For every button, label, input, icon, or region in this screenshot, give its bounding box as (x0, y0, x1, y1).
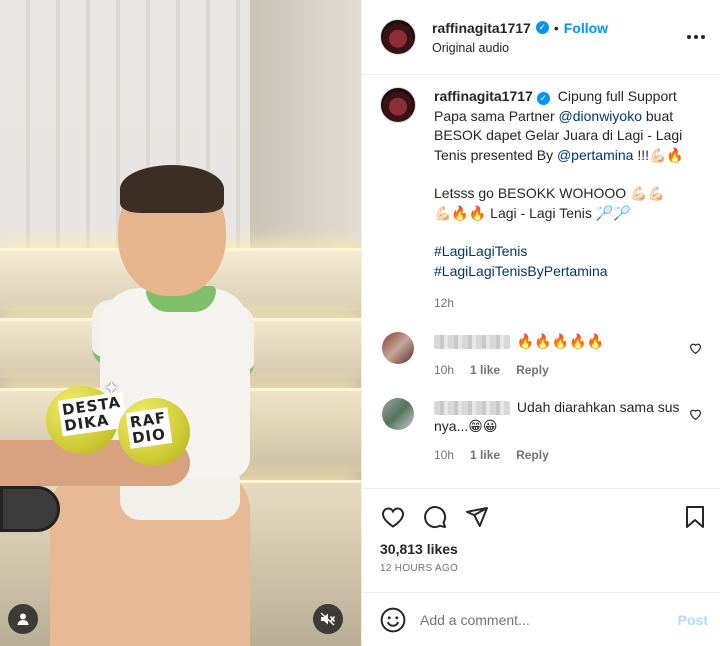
comment-meta: 10h 1 like Reply (434, 446, 706, 465)
caption-text: Letsss go BESOKK WOHOOO 💪🏻💪🏻 (434, 185, 665, 201)
caption-text: 💪🏻🔥🔥 Lagi - Lagi Tenis 🏸🏸 (434, 204, 631, 221)
sparkle-icon: ✦ (104, 378, 120, 398)
caption: raffinagita1717 ✓ Cipung full Support Pap… (380, 87, 706, 314)
tagged-users-button[interactable] (8, 604, 38, 634)
commenter-avatar[interactable] (382, 331, 414, 364)
like-comment-heart-icon[interactable] (689, 342, 702, 354)
post-comment-button[interactable]: Post (678, 612, 708, 628)
reply-button[interactable]: Reply (516, 446, 549, 465)
mute-button[interactable] (313, 604, 343, 634)
comment-likes[interactable]: 1 like (470, 361, 500, 380)
post-dialog: DESTA DIKA RAF DIO ✦ raffinagita1717 ✓ •… (0, 0, 720, 646)
like-heart-icon[interactable] (380, 504, 406, 530)
like-comment-heart-icon[interactable] (689, 408, 702, 420)
comment-body: 🔥🔥🔥🔥🔥 10h 1 like Reply (434, 332, 706, 380)
caption-text: !!!💪🏻🔥 (637, 146, 684, 163)
comment-time: 10h (434, 447, 455, 462)
post-sidebar: raffinagita1717 ✓ • Follow Original audi… (361, 0, 720, 646)
caption-paragraph: raffinagita1717 ✓ Cipung full Support Pap… (434, 87, 706, 165)
mention-link[interactable]: @pertamina (557, 147, 633, 163)
post-media[interactable]: DESTA DIKA RAF DIO ✦ (0, 0, 361, 646)
emoji-icon[interactable] (380, 607, 406, 633)
action-row (380, 499, 708, 535)
blurred-username (434, 334, 510, 349)
more-options-icon[interactable] (684, 25, 708, 49)
hashtag-link[interactable]: #LagiLagiTenisByPertamina (434, 263, 608, 279)
reply-button[interactable]: Reply (516, 361, 549, 380)
post-actions: 30,813 likes 12 HOURS AGO Post (362, 488, 720, 646)
commenter-avatar[interactable] (382, 397, 414, 430)
add-comment-bar: Post (362, 592, 720, 646)
caption-author-avatar[interactable] (380, 87, 416, 123)
separator-dot: • (553, 19, 559, 36)
comment-likes[interactable]: 1 like (470, 446, 500, 465)
share-paper-plane-icon[interactable] (464, 504, 490, 530)
tennis-ball-right: RAF DIO (118, 398, 190, 466)
ellipsis-icon (687, 35, 705, 39)
comment-meta: 10h 1 like Reply (434, 361, 706, 380)
header-line: raffinagita1717 ✓ • Follow (432, 20, 684, 36)
comment-item: Udah diarahkan sama sus nya...😁😀 10h 1 l… (380, 397, 706, 465)
save-bookmark-icon[interactable] (682, 504, 708, 530)
mention-link[interactable]: @dionwiyoko (559, 108, 642, 124)
audio-link[interactable]: Original audio (432, 41, 684, 55)
wall (250, 0, 361, 260)
comment-input[interactable] (420, 611, 678, 628)
header-meta: raffinagita1717 ✓ • Follow Original audi… (432, 20, 684, 55)
comment-bubble-icon[interactable] (422, 504, 448, 530)
author-username[interactable]: raffinagita1717 (432, 20, 531, 36)
comment-body: Udah diarahkan sama sus nya...😁😀 10h 1 l… (434, 398, 706, 465)
comment-item: 🔥🔥🔥🔥🔥 10h 1 like Reply (380, 331, 706, 380)
tennis-racket (0, 486, 60, 532)
caption-username[interactable]: raffinagita1717 (434, 88, 533, 104)
comment-text: 🔥🔥🔥🔥🔥 (516, 332, 605, 349)
post-date: 12 HOURS AGO (380, 563, 459, 574)
hashtag-link[interactable]: #LagiLagiTenis (434, 243, 527, 259)
verified-badge-icon: ✓ (535, 21, 549, 34)
speaker-muted-icon (320, 612, 336, 626)
user-icon (17, 613, 29, 625)
post-header: raffinagita1717 ✓ • Follow Original audi… (362, 0, 720, 75)
comment-time: 10h (434, 362, 455, 377)
follow-button[interactable]: Follow (564, 20, 608, 36)
caption-timestamp: 12h (434, 296, 455, 310)
comments-section[interactable]: raffinagita1717 ✓ Cipung full Support Pap… (362, 75, 720, 488)
caption-body: raffinagita1717 ✓ Cipung full Support Pap… (434, 87, 706, 314)
caption-hashtags: #LagiLagiTenis #LagiLagiTenisByPertamina (434, 242, 706, 281)
ball-label-right: RAF DIO (125, 407, 173, 449)
author-avatar[interactable] (380, 19, 416, 55)
verified-badge-icon: ✓ (536, 92, 550, 106)
child-hair (120, 165, 224, 213)
caption-paragraph: Letsss go BESOKK WOHOOO 💪🏻💪🏻 💪🏻🔥🔥 Lagi -… (434, 184, 706, 223)
likes-count[interactable]: 30,813 likes (380, 541, 708, 557)
blurred-username (434, 400, 510, 415)
